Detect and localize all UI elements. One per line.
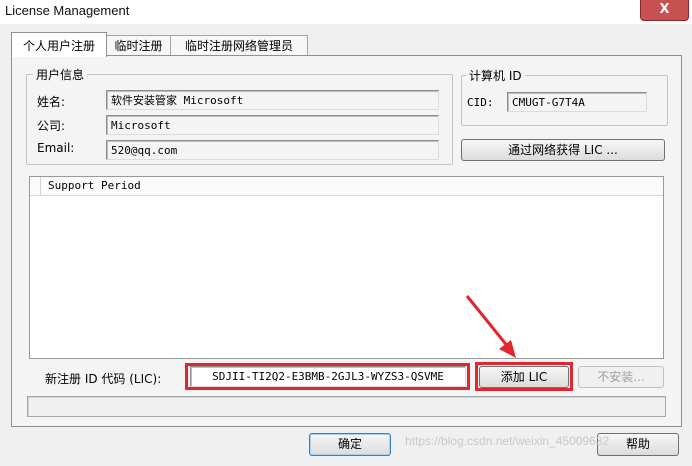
- watermark-text: https://blog.csdn.net/weixin_45009632: [405, 434, 610, 448]
- button-label: 确定: [337, 437, 362, 451]
- ok-button[interactable]: 确定: [309, 433, 391, 456]
- license-management-window: License Management X 个人用户注册 临时注册 临时注册网络管…: [0, 0, 692, 466]
- tab-label: 个人用户注册: [22, 39, 95, 53]
- tab-personal-registration[interactable]: 个人用户注册: [11, 32, 107, 57]
- status-bar-field: [27, 396, 666, 417]
- help-button[interactable]: 帮助: [597, 433, 679, 456]
- button-label: 帮助: [625, 437, 650, 451]
